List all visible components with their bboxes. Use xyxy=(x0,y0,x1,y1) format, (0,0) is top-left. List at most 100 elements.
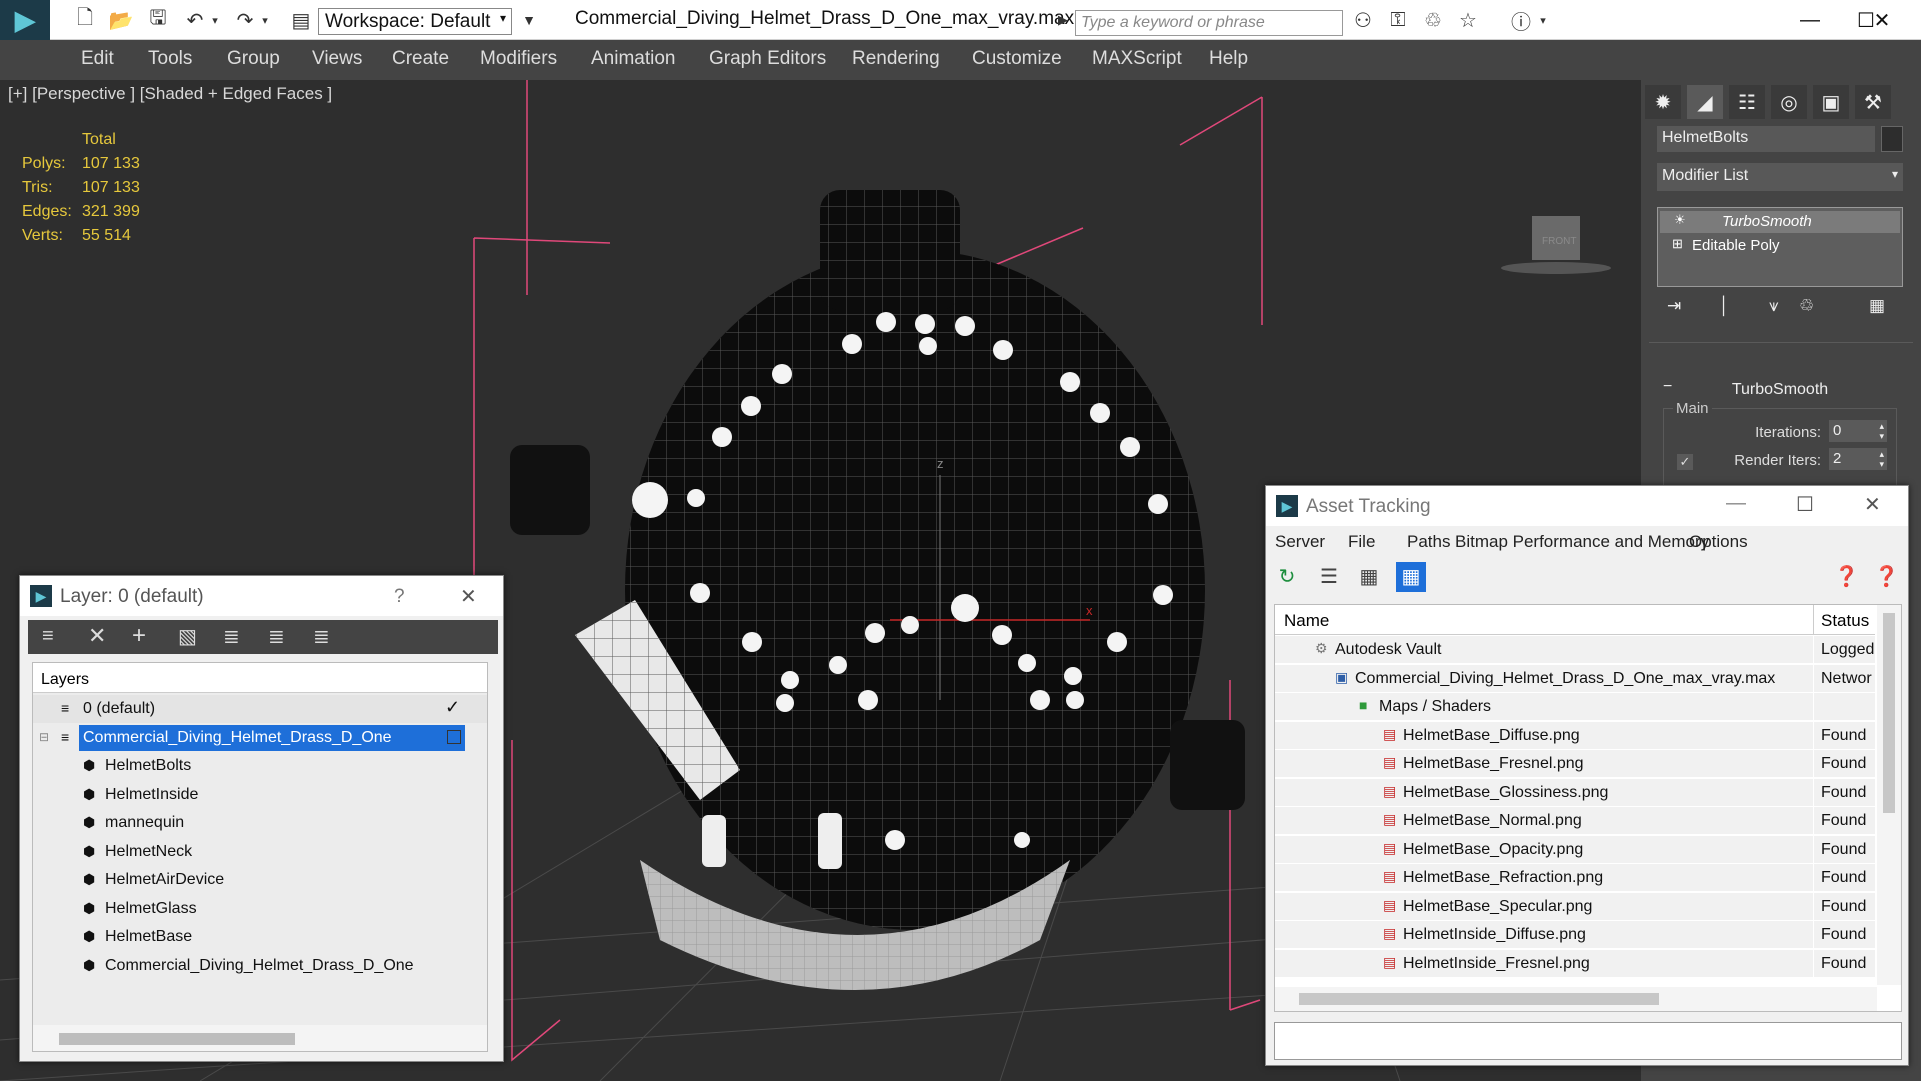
binoculars-icon[interactable]: ⚇ xyxy=(1350,7,1376,33)
favorites-icon[interactable]: ☆ xyxy=(1455,7,1481,33)
asset-row[interactable]: ▤ HelmetInside_Diffuse.png Found xyxy=(1275,921,1875,949)
modifier-list-dropdown[interactable]: Modifier List ▾ xyxy=(1657,163,1903,191)
menu-group[interactable]: Group xyxy=(227,48,280,70)
redo-icon[interactable]: ↷ xyxy=(232,7,258,33)
status-column-header[interactable]: Status xyxy=(1821,611,1869,631)
turbosmooth-rollout-header[interactable]: − TurboSmooth xyxy=(1657,378,1903,402)
layer-scrollbar-track[interactable] xyxy=(33,1025,487,1051)
asset-path-field[interactable] xyxy=(1274,1022,1902,1060)
menu-create[interactable]: Create xyxy=(392,48,449,70)
open-file-icon[interactable]: 📂 xyxy=(108,7,134,33)
menu-animation[interactable]: Animation xyxy=(591,48,676,70)
stack-item-editable-poly[interactable]: ⊞ Editable Poly xyxy=(1660,235,1900,257)
window-close-icon[interactable]: ✕ xyxy=(1852,4,1912,36)
asset-row[interactable]: ▤ HelmetBase_Refraction.png Found xyxy=(1275,864,1875,892)
utilities-tab-icon[interactable]: ⚒ xyxy=(1855,85,1891,119)
collapse-icon[interactable]: ⊟ xyxy=(39,730,49,744)
asset-row[interactable]: ▤ HelmetInside_Fresnel.png Found xyxy=(1275,949,1875,978)
asset-dialog-titlebar[interactable]: ▶ Asset Tracking — ☐ ✕ xyxy=(1266,486,1908,526)
close-icon[interactable]: ✕ xyxy=(460,584,477,609)
configure-modifier-sets-icon[interactable]: ▦ xyxy=(1869,296,1885,316)
highlight-layer-icon[interactable]: ≣ xyxy=(223,624,240,649)
create-layer-icon[interactable]: ≡ xyxy=(42,625,54,648)
expand-search-icon[interactable]: ▶ xyxy=(1054,7,1072,33)
menu-views[interactable]: Views xyxy=(312,48,362,70)
layers-column-header[interactable]: Layers xyxy=(33,663,487,693)
freeze-all-layers-icon[interactable]: ≣ xyxy=(313,624,330,649)
set-current-layer-icon[interactable] xyxy=(447,729,461,744)
minimize-icon[interactable]: — xyxy=(1726,492,1746,515)
asset-vscroll-track[interactable] xyxy=(1877,605,1901,985)
context-help-icon[interactable]: ❓ xyxy=(1874,564,1899,589)
undo-icon[interactable]: ↶ xyxy=(182,7,208,33)
hide-all-layers-icon[interactable]: ≣ xyxy=(268,624,285,649)
layer-row[interactable]: ⬢ HelmetAirDevice xyxy=(33,866,487,894)
spinner-arrows-icon[interactable]: ▴ ▾ xyxy=(1879,449,1884,469)
menu-modifiers[interactable]: Modifiers xyxy=(480,48,557,70)
list-view-icon[interactable]: ☰ xyxy=(1316,564,1342,590)
asset-menu-server[interactable]: Server xyxy=(1275,532,1325,552)
new-file-icon[interactable]: 🗋 xyxy=(72,7,98,33)
modify-tab-icon[interactable]: ◢ xyxy=(1687,85,1723,119)
help-icon[interactable]: ⓘ xyxy=(1508,7,1534,34)
lightbulb-icon[interactable]: ☀ xyxy=(1674,212,1686,228)
layer-dialog-titlebar[interactable]: ▶ Layer: 0 (default) ? ✕ xyxy=(20,576,503,616)
stack-item-turbosmooth[interactable]: ☀ TurboSmooth xyxy=(1660,211,1900,233)
remove-modifier-icon[interactable]: ♲ xyxy=(1799,296,1814,316)
menu-graph-editors[interactable]: Graph Editors xyxy=(709,48,826,70)
menu-customize[interactable]: Customize xyxy=(972,48,1062,70)
layer-row[interactable]: ≡ 0 (default) ✓ xyxy=(33,695,487,723)
refresh-icon[interactable]: ↻ xyxy=(1274,564,1300,590)
save-icon[interactable]: 🖫 xyxy=(145,7,171,33)
pin-stack-icon[interactable]: ⇥ xyxy=(1667,296,1681,316)
table-view-icon[interactable]: ▦ xyxy=(1396,562,1426,592)
asset-row[interactable]: ▣ Commercial_Diving_Helmet_Drass_D_One_ma… xyxy=(1275,664,1875,693)
current-layer-check-icon[interactable]: ✓ xyxy=(445,697,460,718)
layer-row[interactable]: ⬢ HelmetBolts xyxy=(33,752,487,780)
workspace-dropdown[interactable]: Workspace: Default ▾ xyxy=(318,8,512,35)
key-icon[interactable]: ⚿ xyxy=(1385,7,1411,33)
asset-row[interactable]: ▤ HelmetBase_Specular.png Found xyxy=(1275,892,1875,921)
undo-dropdown-icon[interactable]: ▾ xyxy=(208,7,222,33)
asset-row[interactable]: ▤ HelmetBase_Diffuse.png Found xyxy=(1275,721,1875,750)
expand-icon[interactable]: ⊞ xyxy=(1672,236,1683,252)
menu-help[interactable]: Help xyxy=(1209,48,1248,70)
menu-edit[interactable]: Edit xyxy=(81,48,114,70)
layer-row[interactable]: ≡ ⊟ Commercial_Diving_Helmet_Drass_D_One xyxy=(33,724,487,752)
asset-row[interactable]: ▤ HelmetBase_Glossiness.png Found xyxy=(1275,778,1875,807)
help-button[interactable]: ? xyxy=(394,586,405,608)
help-dropdown-icon[interactable]: ▾ xyxy=(1536,7,1550,33)
add-selected-icon[interactable]: + xyxy=(132,622,146,650)
layer-row[interactable]: ⬢ HelmetInside xyxy=(33,781,487,809)
asset-row[interactable]: ▤ HelmetBase_Opacity.png Found xyxy=(1275,835,1875,864)
delete-layer-icon[interactable]: ✕ xyxy=(88,623,106,649)
asset-menu-bitmap-performance-and-memory[interactable]: Bitmap Performance and Memory xyxy=(1455,532,1709,552)
make-unique-icon[interactable]: ⩛ xyxy=(1769,296,1779,316)
asset-menu-options[interactable]: Options xyxy=(1689,532,1748,552)
hierarchy-tab-icon[interactable]: ☷ xyxy=(1729,85,1765,119)
layer-row[interactable]: ⬢ HelmetNeck xyxy=(33,838,487,866)
layer-row[interactable]: ⬢ HelmetBase xyxy=(33,923,487,951)
project-folder-icon[interactable]: ▤ xyxy=(288,7,314,33)
viewcube[interactable]: FRONT xyxy=(1501,216,1611,274)
layer-scrollbar-thumb[interactable] xyxy=(59,1033,295,1045)
maximize-icon[interactable]: ☐ xyxy=(1796,492,1814,517)
object-name-field[interactable]: HelmetBolts xyxy=(1657,126,1875,152)
menu-tools[interactable]: Tools xyxy=(148,48,192,70)
asset-menu-file[interactable]: File xyxy=(1348,532,1375,552)
asset-row[interactable]: ▤ HelmetBase_Normal.png Found xyxy=(1275,807,1875,835)
tree-view-icon[interactable]: ▦ xyxy=(1356,564,1382,590)
layer-row[interactable]: ⬢ Commercial_Diving_Helmet_Drass_D_One xyxy=(33,952,487,980)
iterations-spinner[interactable]: 0 ▴ ▾ xyxy=(1829,420,1887,442)
asset-vscroll-thumb[interactable] xyxy=(1883,613,1895,813)
render-iters-spinner[interactable]: 2 ▴ ▾ xyxy=(1829,448,1887,470)
menu-maxscript[interactable]: MAXScript xyxy=(1092,48,1182,70)
create-tab-icon[interactable]: ✹ xyxy=(1645,85,1681,119)
asset-hscroll-thumb[interactable] xyxy=(1299,993,1659,1005)
asset-row[interactable]: ▤ HelmetBase_Fresnel.png Found xyxy=(1275,750,1875,778)
layer-row[interactable]: ⬢ HelmetGlass xyxy=(33,895,487,923)
asset-row[interactable]: ⚙ Autodesk Vault Logged xyxy=(1275,636,1875,664)
redo-dropdown-icon[interactable]: ▾ xyxy=(258,7,272,33)
asset-hscroll-track[interactable] xyxy=(1275,987,1877,1011)
render-iters-checkbox[interactable]: ✓ xyxy=(1677,454,1693,470)
